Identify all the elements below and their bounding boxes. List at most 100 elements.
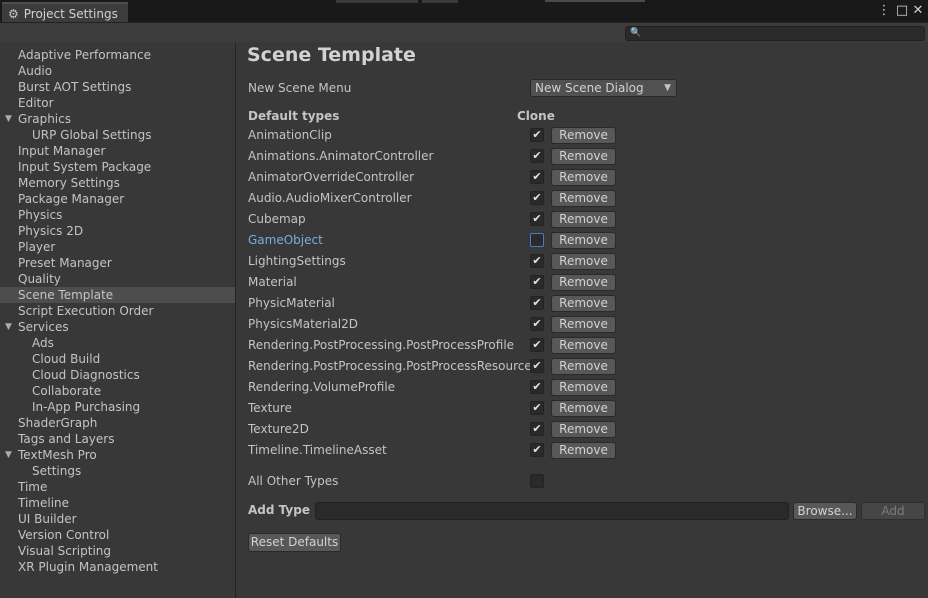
sidebar-item[interactable]: Settings	[0, 463, 235, 479]
sidebar-item[interactable]: Burst AOT Settings	[0, 79, 235, 95]
sidebar-item-label: Quality	[18, 272, 61, 286]
remove-button[interactable]: Remove	[551, 253, 616, 270]
remove-button[interactable]: Remove	[551, 169, 616, 186]
clone-checkbox[interactable]: ✔	[530, 317, 544, 331]
clone-checkbox[interactable]: ✔	[530, 128, 544, 142]
remove-button[interactable]: Remove	[551, 442, 616, 459]
type-row: Rendering.PostProcessing.PostProcessReso…	[237, 356, 928, 377]
clone-checkbox[interactable]: ✔	[530, 149, 544, 163]
new-scene-menu-label: New Scene Menu	[248, 81, 352, 95]
dropdown-arrow-icon: ▼	[664, 83, 671, 93]
tab-title: Project Settings	[23, 7, 118, 21]
clone-checkbox[interactable]: ✔	[530, 254, 544, 268]
add-type-input[interactable]	[315, 502, 789, 520]
sidebar-item[interactable]: Input Manager	[0, 143, 235, 159]
sidebar-item[interactable]: URP Global Settings	[0, 127, 235, 143]
type-name: Timeline.TimelineAsset	[248, 443, 387, 457]
sidebar-item[interactable]: Cloud Build	[0, 351, 235, 367]
remove-button[interactable]: Remove	[551, 274, 616, 291]
close-icon[interactable]: ✕	[911, 3, 925, 19]
toolbar-strip	[336, 0, 418, 3]
sidebar-item[interactable]: Scene Template	[0, 287, 235, 303]
clone-checkbox[interactable]	[530, 233, 544, 247]
remove-button[interactable]: Remove	[551, 232, 616, 249]
sidebar-item[interactable]: Ads	[0, 335, 235, 351]
sidebar-item[interactable]: Visual Scripting	[0, 543, 235, 559]
expand-arrow-icon[interactable]: ▼	[5, 319, 12, 335]
sidebar-item-label: Version Control	[18, 528, 110, 542]
add-type-label: Add Type	[248, 503, 310, 517]
sidebar-item[interactable]: Audio	[0, 63, 235, 79]
type-name: Audio.AudioMixerController	[248, 191, 412, 205]
search-input[interactable]: 🔍	[625, 26, 925, 41]
sidebar-item-label: Editor	[18, 96, 54, 110]
sidebar-item-label: Cloud Build	[32, 352, 101, 366]
sidebar-item[interactable]: Physics 2D	[0, 223, 235, 239]
remove-button[interactable]: Remove	[551, 337, 616, 354]
all-other-types-checkbox[interactable]	[530, 474, 544, 488]
remove-button[interactable]: Remove	[551, 190, 616, 207]
clone-checkbox[interactable]: ✔	[530, 422, 544, 436]
clone-checkbox[interactable]: ✔	[530, 380, 544, 394]
type-row: Timeline.TimelineAsset ✔ Remove	[237, 440, 928, 461]
clone-checkbox[interactable]: ✔	[530, 359, 544, 373]
sidebar-item[interactable]: ▼ Graphics	[0, 111, 235, 127]
sidebar-item[interactable]: Quality	[0, 271, 235, 287]
default-types-list: AnimationClip ✔ Remove Animations.AnimatorC…	[237, 125, 928, 461]
reset-defaults-button[interactable]: Reset Defaults	[248, 533, 341, 552]
clone-checkbox[interactable]: ✔	[530, 170, 544, 184]
sidebar-item[interactable]: Physics	[0, 207, 235, 223]
sidebar-item[interactable]: Memory Settings	[0, 175, 235, 191]
clone-checkbox[interactable]: ✔	[530, 212, 544, 226]
sidebar-item[interactable]: Collaborate	[0, 383, 235, 399]
sidebar-item[interactable]: ShaderGraph	[0, 415, 235, 431]
sidebar-item[interactable]: Tags and Layers	[0, 431, 235, 447]
project-settings-tab[interactable]: ⚙ Project Settings	[2, 2, 128, 24]
sidebar-item[interactable]: Input System Package	[0, 159, 235, 175]
sidebar-item[interactable]: Cloud Diagnostics	[0, 367, 235, 383]
sidebar-item[interactable]: ▼ Services	[0, 319, 235, 335]
sidebar-item[interactable]: Version Control	[0, 527, 235, 543]
sidebar-item[interactable]: In-App Purchasing	[0, 399, 235, 415]
sidebar-item[interactable]: Time	[0, 479, 235, 495]
type-name: Material	[248, 275, 297, 289]
remove-button[interactable]: Remove	[551, 421, 616, 438]
remove-button[interactable]: Remove	[551, 400, 616, 417]
sidebar-item[interactable]: Player	[0, 239, 235, 255]
add-button[interactable]: Add	[861, 502, 925, 520]
sidebar-item-label: Input System Package	[18, 160, 152, 174]
type-row: Material ✔ Remove	[237, 272, 928, 293]
sidebar-item[interactable]: Timeline	[0, 495, 235, 511]
sidebar-item[interactable]: Script Execution Order	[0, 303, 235, 319]
expand-arrow-icon[interactable]: ▼	[5, 447, 12, 463]
clone-checkbox[interactable]: ✔	[530, 443, 544, 457]
sidebar-item[interactable]: XR Plugin Management	[0, 559, 235, 575]
more-options-icon[interactable]: ⋮	[877, 3, 891, 19]
clone-checkbox[interactable]: ✔	[530, 296, 544, 310]
expand-arrow-icon[interactable]: ▼	[5, 111, 12, 127]
sidebar-item-label: Scene Template	[18, 288, 114, 302]
new-scene-menu-dropdown[interactable]: New Scene Dialog ▼	[530, 79, 677, 97]
remove-button[interactable]: Remove	[551, 148, 616, 165]
clone-checkbox[interactable]: ✔	[530, 338, 544, 352]
remove-button[interactable]: Remove	[551, 379, 616, 396]
sidebar-item[interactable]: Adaptive Performance	[0, 47, 235, 63]
sidebar-item[interactable]: ▼ TextMesh Pro	[0, 447, 235, 463]
sidebar-item[interactable]: Editor	[0, 95, 235, 111]
type-row: Rendering.VolumeProfile ✔ Remove	[237, 377, 928, 398]
clone-checkbox[interactable]: ✔	[530, 275, 544, 289]
browse-button[interactable]: Browse...	[793, 502, 857, 520]
remove-button[interactable]: Remove	[551, 295, 616, 312]
remove-button[interactable]: Remove	[551, 211, 616, 228]
sidebar-item[interactable]: Preset Manager	[0, 255, 235, 271]
sidebar-item[interactable]: UI Builder	[0, 511, 235, 527]
remove-button[interactable]: Remove	[551, 358, 616, 375]
remove-button[interactable]: Remove	[551, 316, 616, 333]
remove-button[interactable]: Remove	[551, 127, 616, 144]
sidebar-item[interactable]: Package Manager	[0, 191, 235, 207]
type-name: PhysicMaterial	[248, 296, 335, 310]
clone-checkbox[interactable]: ✔	[530, 401, 544, 415]
clone-checkbox[interactable]: ✔	[530, 191, 544, 205]
maximize-icon[interactable]: □	[895, 3, 909, 19]
type-row: AnimatorOverrideController ✔ Remove	[237, 167, 928, 188]
